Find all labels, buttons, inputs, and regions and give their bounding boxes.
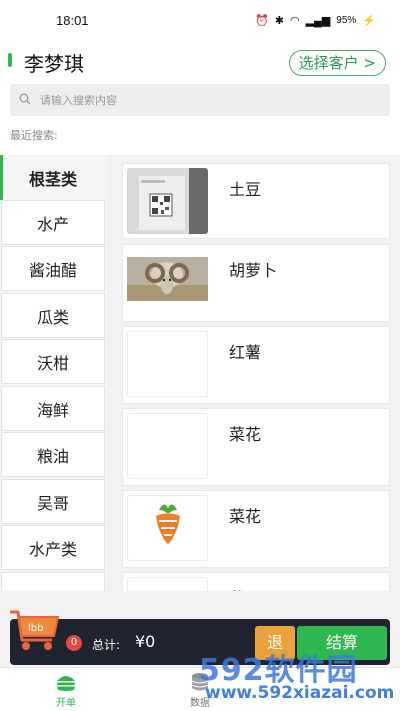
total-value: ¥0: [135, 632, 156, 651]
product-card[interactable]: 胡萝卜: [122, 244, 390, 322]
wifi-icon: ◠: [289, 14, 300, 27]
title-accent-bar: [8, 53, 12, 67]
status-bar: 18:01 ⏰ ✱ ◠ ▂▄▆ 95% ⚡: [0, 0, 400, 40]
category-item[interactable]: 沃柑: [1, 339, 105, 384]
category-item[interactable]: 粮油: [1, 432, 105, 477]
tab-label: 开单: [56, 698, 76, 709]
category-item[interactable]: [1, 572, 105, 591]
category-item[interactable]: 海鲜: [1, 386, 105, 431]
product-card[interactable]: 土豆: [122, 163, 390, 239]
ram-photo-icon: [127, 249, 208, 315]
tab-data[interactable]: 数据: [170, 672, 230, 709]
product-image: [127, 168, 208, 234]
burger-icon: [57, 676, 75, 691]
shopping-cart-icon[interactable]: lbb: [8, 606, 60, 652]
category-item[interactable]: 水产: [1, 200, 105, 245]
bluetooth-icon: ✱: [274, 14, 284, 27]
search-section: 请输入搜索内容 最近搜索:: [0, 80, 400, 155]
database-icon: [191, 673, 209, 691]
header: 李梦琪 选择客户 >: [0, 40, 400, 80]
product-image: [127, 413, 208, 479]
alarm-icon: ⏰: [255, 14, 269, 27]
product-image: [127, 577, 208, 591]
product-name: 菜花: [229, 425, 262, 444]
product-image: [127, 249, 208, 315]
product-card[interactable]: 红薯: [122, 326, 390, 404]
product-card[interactable]: 菜花: [122, 490, 390, 568]
recent-search-label: 最近搜索:: [10, 129, 58, 142]
category-item[interactable]: 吴哥: [1, 479, 105, 524]
customer-name: 李梦琪: [24, 52, 84, 76]
select-customer-button[interactable]: 选择客户 >: [288, 50, 386, 76]
category-item[interactable]: 根茎类: [1, 155, 105, 200]
category-sidebar: 根茎类 水产 酱油醋 瓜类 沃柑 海鲜 粮油 吴哥 水产类: [0, 155, 107, 591]
product-list: 土豆 胡萝卜 红薯 菜花 菜花: [110, 155, 400, 591]
status-indicators: ⏰ ✱ ◠ ▂▄▆ 95% ⚡: [255, 14, 376, 27]
return-button[interactable]: 退: [255, 626, 295, 660]
battery-level: 95%: [336, 14, 357, 26]
active-category-indicator: [0, 155, 3, 200]
category-item[interactable]: 水产类: [1, 525, 105, 570]
status-time: 18:01: [56, 12, 89, 28]
checkout-button[interactable]: 结算: [297, 626, 387, 660]
product-card[interactable]: 菜: [122, 572, 390, 591]
signal-icon: ▂▄▆: [305, 14, 331, 27]
qr-code-photo-icon: [127, 168, 208, 234]
product-name: 胡萝卜: [229, 261, 278, 280]
product-name: 菜: [229, 585, 245, 591]
product-image: [127, 495, 208, 561]
product-image: [127, 331, 208, 397]
category-item[interactable]: 酱油醋: [1, 246, 105, 291]
search-icon: [19, 93, 31, 105]
category-item[interactable]: 瓜类: [1, 293, 105, 338]
carrot-logo-icon: [156, 504, 180, 544]
bottom-tab-bar: 开单 数据: [0, 667, 400, 711]
search-placeholder: 请输入搜索内容: [40, 94, 117, 107]
cart-count-badge: 0: [66, 635, 82, 651]
search-input[interactable]: 请输入搜索内容: [10, 84, 390, 116]
cart-logo-text: lbb: [28, 623, 43, 634]
product-name: 红薯: [229, 343, 262, 362]
product-name: 土豆: [229, 180, 262, 199]
charging-icon: ⚡: [362, 14, 376, 27]
product-card[interactable]: 菜花: [122, 408, 390, 486]
tab-label: 数据: [190, 698, 210, 709]
tab-order[interactable]: 开单: [36, 672, 96, 709]
product-name: 菜花: [229, 507, 262, 526]
total-label: 总计:: [92, 638, 121, 652]
